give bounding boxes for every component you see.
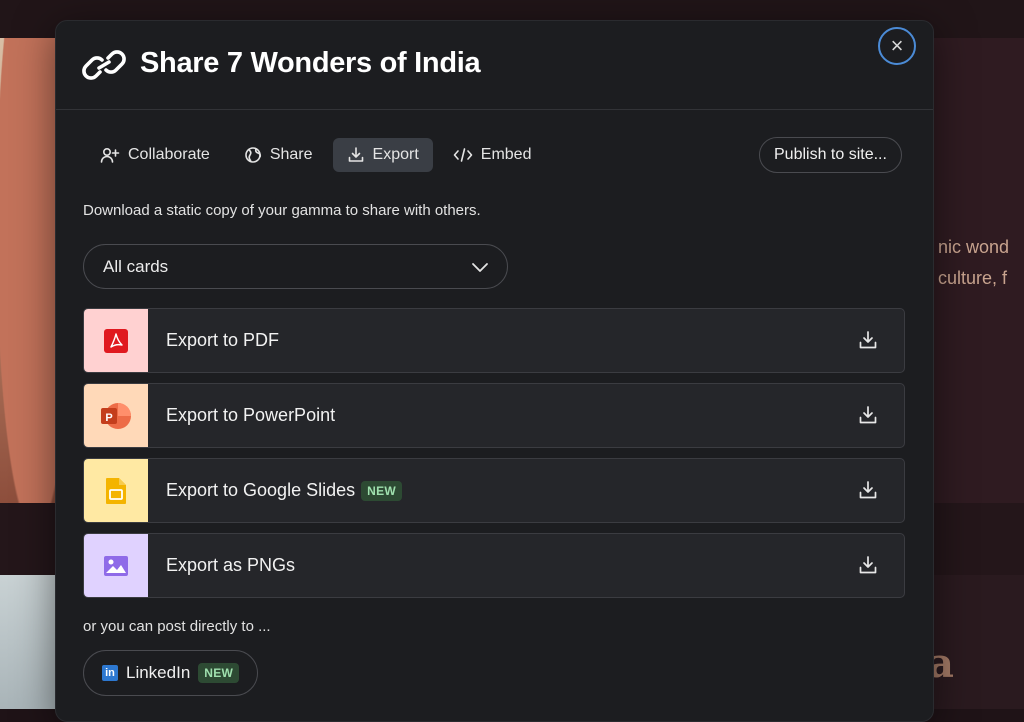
pdf-icon-box: [84, 309, 148, 372]
tab-share[interactable]: Share: [230, 138, 327, 172]
close-icon: ×: [890, 33, 904, 58]
export-pdf-text: Export to PDF: [166, 330, 280, 350]
globe-icon: [245, 147, 261, 163]
export-png-label: Export as PNGs: [166, 534, 295, 597]
download-icon[interactable]: [858, 480, 878, 500]
export-powerpoint-text: Export to PowerPoint: [166, 405, 336, 425]
tab-export[interactable]: Export: [332, 138, 433, 172]
google-slides-icon: [106, 477, 126, 504]
export-png-text: Export as PNGs: [166, 555, 296, 575]
export-options-list: Export to PDF P Export to PowerPoint Exp…: [83, 308, 905, 608]
background-text-2: culture, f: [938, 268, 1008, 288]
powerpoint-icon-box: P: [84, 384, 148, 447]
cards-select[interactable]: All cards: [83, 244, 508, 289]
chevron-down-icon: [472, 262, 488, 272]
new-badge: NEW: [361, 480, 403, 501]
background-slide-2-image: [0, 575, 60, 709]
modal-header: Share 7 Wonders of India: [56, 21, 933, 110]
share-tabs: Collaborate Share Export Embed: [86, 138, 545, 172]
download-icon[interactable]: [858, 555, 878, 575]
export-google-slides-label: Export to Google Slides NEW: [166, 459, 403, 522]
background-text-1: nic wond: [938, 237, 1010, 257]
export-description: Download a static copy of your gamma to …: [83, 202, 481, 219]
modal-title: Share 7 Wonders of India: [140, 47, 481, 79]
tab-embed[interactable]: Embed: [439, 138, 546, 172]
export-powerpoint-label: Export to PowerPoint: [166, 384, 335, 447]
image-icon: [104, 555, 128, 576]
image-icon-box: [84, 534, 148, 597]
google-slides-icon-box: [84, 459, 148, 522]
export-powerpoint-option[interactable]: P Export to PowerPoint: [83, 383, 905, 448]
linkedin-label: LinkedIn: [126, 663, 191, 682]
download-icon[interactable]: [858, 330, 878, 350]
tab-export-label: Export: [372, 146, 419, 163]
tab-embed-label: Embed: [480, 146, 532, 163]
linkedin-icon: in: [102, 665, 118, 681]
share-modal: Share 7 Wonders of India × Collaborate S…: [55, 20, 934, 722]
background-slide-image: [0, 38, 60, 503]
link-icon: [82, 50, 126, 80]
pdf-icon: [104, 328, 128, 353]
tab-collaborate-label: Collaborate: [128, 146, 210, 163]
export-png-option[interactable]: Export as PNGs: [83, 533, 905, 598]
tab-collaborate[interactable]: Collaborate: [86, 138, 224, 172]
code-icon: [453, 148, 473, 162]
post-directly-text: or you can post directly to ...: [83, 618, 271, 635]
export-pdf-option[interactable]: Export to PDF: [83, 308, 905, 373]
cards-select-value: All cards: [103, 256, 169, 276]
new-badge: NEW: [198, 663, 240, 683]
linkedin-button[interactable]: in LinkedIn NEW: [83, 650, 259, 696]
export-pdf-label: Export to PDF: [166, 309, 279, 372]
export-google-slides-text: Export to Google Slides: [166, 480, 356, 500]
export-google-slides-option[interactable]: Export to Google Slides NEW: [83, 458, 905, 523]
svg-text:P: P: [105, 412, 112, 424]
tab-share-label: Share: [269, 146, 313, 163]
powerpoint-icon: P: [101, 402, 131, 429]
download-icon: [348, 147, 363, 162]
download-icon[interactable]: [858, 405, 878, 425]
publish-to-site-button[interactable]: Publish to site...: [759, 137, 902, 173]
add-person-icon: [100, 147, 120, 163]
close-button[interactable]: ×: [878, 27, 916, 65]
